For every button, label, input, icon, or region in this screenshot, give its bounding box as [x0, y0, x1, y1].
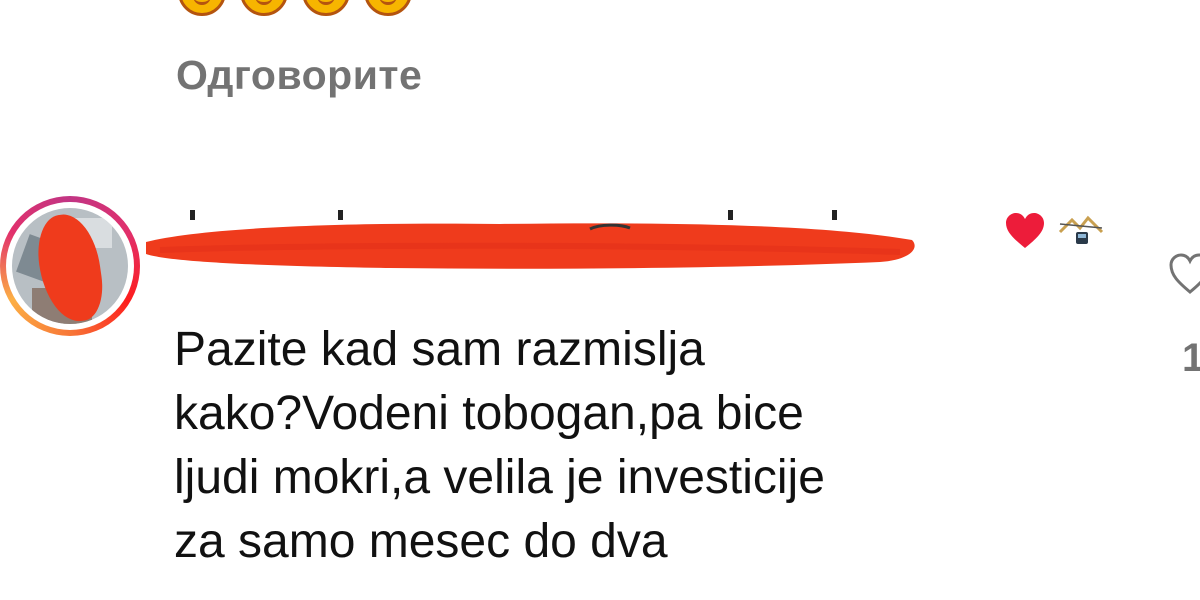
- laughing-emoji-icon[interactable]: [178, 0, 226, 16]
- username-redaction[interactable]: [140, 214, 920, 274]
- comment-text: Pazite kad sam razmislja kako?Vodeni tob…: [174, 323, 825, 568]
- cable-car-icon: [1058, 215, 1104, 244]
- avatar[interactable]: [0, 196, 140, 336]
- like-count: 1: [1182, 336, 1200, 380]
- laughing-emoji-icon[interactable]: [240, 0, 288, 16]
- avatar-photo: [12, 208, 128, 324]
- laughing-emoji-icon[interactable]: [302, 0, 350, 16]
- reaction-emoji-row: [178, 0, 412, 16]
- reply-button[interactable]: Одговорите: [176, 52, 422, 99]
- laughing-emoji-icon[interactable]: [364, 0, 412, 16]
- avatar-border: [6, 202, 134, 330]
- heart-icon: [1006, 213, 1044, 248]
- like-heart-outline-icon[interactable]: [1168, 252, 1200, 296]
- comment-thread: Одговорите 1 Pazite kad sam razmislja ka…: [0, 0, 1200, 600]
